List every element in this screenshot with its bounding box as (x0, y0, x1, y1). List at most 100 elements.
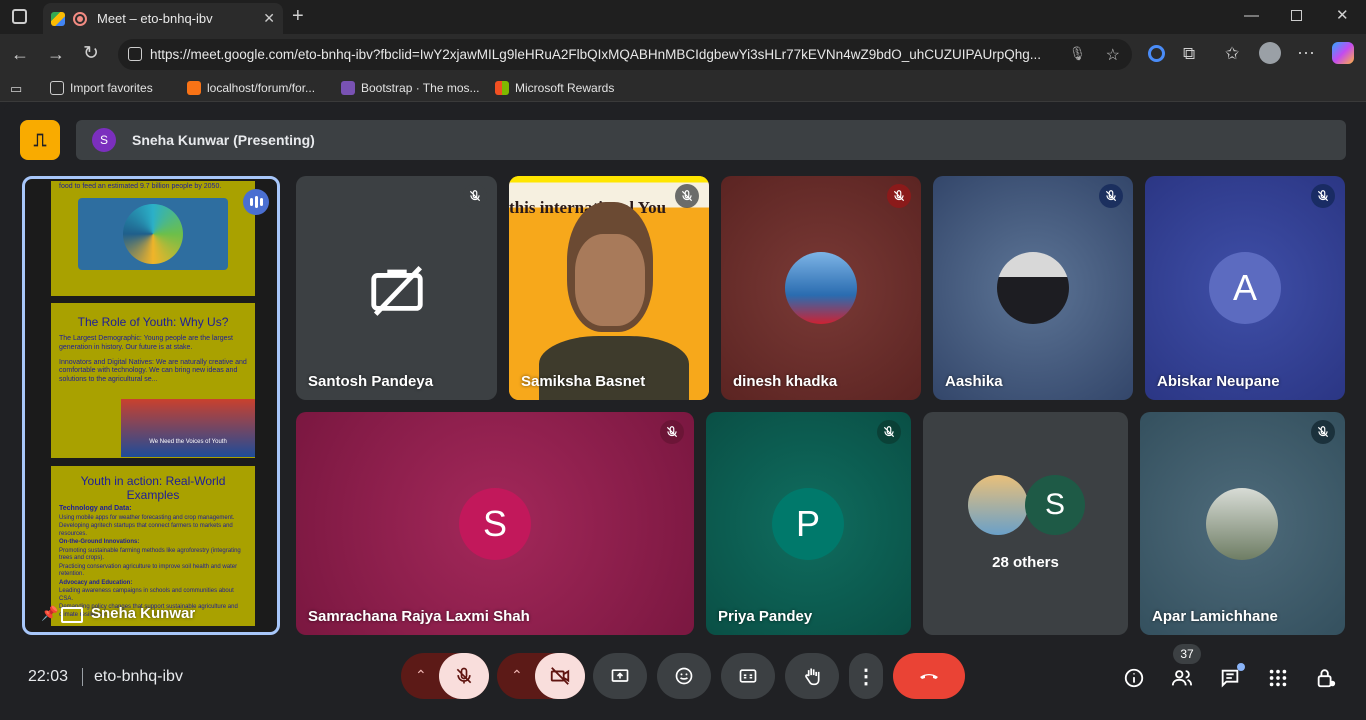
host-controls-button[interactable] (1314, 666, 1338, 690)
person-face (575, 234, 645, 326)
clock-time: 22:03 (28, 668, 69, 685)
slide-1-diagram (78, 197, 228, 270)
mic-off-icon (1311, 420, 1335, 444)
back-icon[interactable]: ← (11, 45, 29, 63)
import-icon (50, 81, 64, 95)
bookmark-import-favorites[interactable]: Import favorites (50, 81, 153, 95)
extensions-puzzle-icon[interactable]: ⧉ (1183, 45, 1195, 62)
sidebar-toggle-icon[interactable]: ▭ (10, 82, 22, 95)
tab-title: Meet – eto-bnhq-ibv (97, 11, 213, 26)
presenting-label: Sneha Kunwar (Presenting) (132, 132, 315, 148)
slide-2: The Role of Youth: Why Us? The Largest D… (51, 303, 255, 458)
apps-grid-icon (1269, 669, 1287, 687)
participant-name: Aashika (945, 373, 1003, 390)
chat-unread-dot (1237, 663, 1245, 671)
presenter-tile-name: Sneha Kunwar (91, 605, 196, 622)
presenting-banner: S Sneha Kunwar (Presenting) (76, 120, 1346, 160)
people-icon (1171, 670, 1193, 686)
participant-tile-samrachana[interactable]: S Samrachana Rajya Laxmi Shah (296, 412, 694, 635)
slide-3-line-1: Technology and Data: (59, 505, 132, 512)
bootstrap-icon (341, 81, 355, 95)
captions-icon (739, 669, 757, 683)
favorites-icon[interactable]: ✩ (1225, 45, 1239, 62)
bookmark-localhost[interactable]: localhost/forum/for... (187, 81, 315, 95)
new-tab-icon[interactable]: + (292, 6, 304, 26)
more-menu-icon[interactable]: ··· (1297, 43, 1315, 61)
mic-off-icon (1099, 184, 1123, 208)
video-feed: this international You (509, 176, 709, 400)
window-close-icon[interactable]: ✕ (1336, 8, 1349, 23)
raise-hand-button[interactable] (785, 653, 839, 699)
tab-actions-icon[interactable] (12, 9, 27, 24)
forward-icon[interactable]: → (47, 45, 65, 63)
participant-tile-santosh[interactable]: Santosh Pandeya (296, 176, 497, 400)
meeting-controls-bar: 22:03 eto-bnhq-ibv ⌃ ⌃ ⋮ 37 (4, 644, 1364, 718)
restore-icon[interactable] (1291, 10, 1302, 21)
participant-avatar: P (772, 488, 844, 560)
video-options-chevron-icon[interactable]: ⌃ (511, 667, 523, 684)
copilot-icon[interactable] (1332, 42, 1354, 64)
meeting-details-button[interactable] (1122, 666, 1146, 690)
mic-off-icon (660, 420, 684, 444)
meeting-code: eto-bnhq-ibv (94, 668, 183, 685)
participant-avatar: A (1209, 252, 1281, 324)
camera-toggle-button[interactable] (535, 653, 585, 699)
participant-avatar (997, 252, 1069, 324)
slide-1-text: food to feed an estimated 9.7 billion pe… (59, 183, 222, 190)
people-button[interactable]: 37 (1170, 644, 1201, 690)
participant-tile-abiskar[interactable]: A Abiskar Neupane (1145, 176, 1345, 400)
info-icon (1124, 668, 1144, 688)
favorite-star-icon[interactable]: ☆ (1106, 45, 1120, 65)
chat-icon (1221, 669, 1239, 688)
slide-2-image: We Need the Voices of Youth (121, 399, 255, 457)
camera-off-icon (371, 266, 423, 316)
mic-permission-icon[interactable]: 🎙 (1069, 46, 1086, 62)
browser-tab-meet[interactable]: Meet – eto-bnhq-ibv ✕ (43, 3, 283, 34)
bookmark-microsoft-rewards[interactable]: Microsoft Rewards (495, 81, 614, 95)
others-tile[interactable]: S 28 others (923, 412, 1128, 635)
participant-name: Abiskar Neupane (1157, 373, 1280, 390)
extension-circle-icon[interactable] (1148, 45, 1165, 62)
leave-presentation-door-icon[interactable]: ⎍ (20, 120, 60, 160)
minimize-icon[interactable]: — (1244, 8, 1259, 23)
pin-icon[interactable]: 📌 (41, 605, 58, 622)
slide-3-line-5: Promoting sustainable farming methods li… (59, 547, 241, 562)
profile-avatar-icon[interactable] (1259, 42, 1281, 64)
present-screen-icon (61, 607, 83, 623)
url-bar[interactable]: https://meet.google.com/eto-bnhq-ibv?fbc… (118, 39, 1132, 70)
others-avatar-letter: S (1025, 475, 1085, 535)
present-now-button[interactable] (593, 653, 647, 699)
others-avatar-photo (968, 475, 1028, 535)
slide-2-bullet-2: Innovators and Digital Natives: We are n… (59, 358, 247, 384)
microphone-toggle-button[interactable] (439, 653, 489, 699)
captions-button[interactable] (721, 653, 775, 699)
slide-3-line-4: On-the-Ground Innovations: (59, 539, 140, 546)
participant-tile-dinesh[interactable]: dinesh khadka (721, 176, 921, 400)
participant-tile-priya[interactable]: P Priya Pandey (706, 412, 911, 635)
slide-1: food to feed an estimated 9.7 billion pe… (51, 181, 255, 296)
site-info-icon[interactable] (128, 47, 142, 61)
mic-off-icon (1311, 184, 1335, 208)
participant-tile-aashika[interactable]: Aashika (933, 176, 1133, 400)
chat-button[interactable] (1218, 663, 1245, 690)
activities-button[interactable] (1266, 666, 1290, 690)
present-screen-icon (611, 669, 629, 682)
participant-tile-apar[interactable]: Apar Lamichhane (1140, 412, 1345, 635)
participant-avatar: S (459, 488, 531, 560)
browser-tab-bar: Meet – eto-bnhq-ibv ✕ + — ✕ (0, 0, 1366, 34)
more-options-button[interactable]: ⋮ (849, 653, 883, 699)
leave-call-button[interactable] (893, 653, 965, 699)
participant-tile-samiksha[interactable]: this international You Samiksha Basnet (509, 176, 709, 400)
audio-options-chevron-icon[interactable]: ⌃ (415, 667, 427, 684)
participant-name: Samiksha Basnet (521, 373, 646, 390)
emoji-icon (675, 667, 693, 685)
mic-off-icon (887, 184, 911, 208)
bookmark-bootstrap[interactable]: Bootstrap · The mos... (341, 81, 480, 95)
close-tab-icon[interactable]: ✕ (263, 10, 275, 27)
presentation-tile[interactable]: food to feed an estimated 9.7 billion pe… (22, 176, 280, 635)
reload-icon[interactable]: ↻ (83, 44, 99, 63)
reactions-button[interactable] (657, 653, 711, 699)
more-vert-icon: ⋮ (856, 665, 876, 688)
participant-avatar (785, 252, 857, 324)
presenter-avatar: S (92, 128, 116, 152)
